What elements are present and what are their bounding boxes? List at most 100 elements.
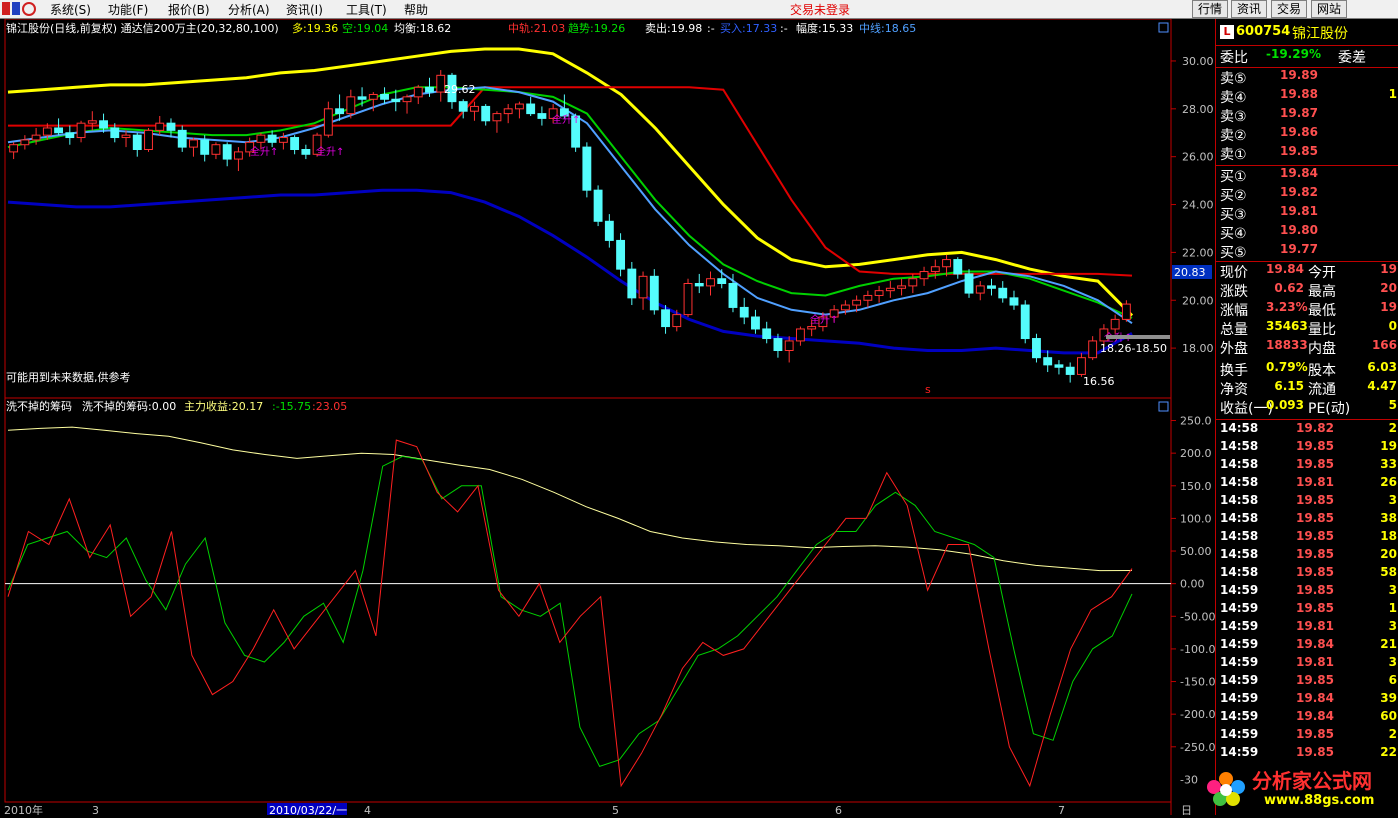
header-zhongxian: 中线:18.65 — [859, 21, 916, 35]
price-tick-label: 30.00 — [1182, 55, 1214, 68]
tick-price: 19.85 — [1296, 565, 1334, 579]
sub-indicator-line — [7, 439, 1133, 788]
quote-label: 卖⑤ — [1220, 71, 1247, 87]
candle-body — [683, 283, 693, 316]
tick-row: 14:59 19.84 39 — [1216, 691, 1398, 709]
stock-name: 锦江股份 — [1292, 26, 1348, 42]
tick-price: 19.85 — [1296, 673, 1334, 687]
tick-price: 19.81 — [1296, 619, 1334, 633]
sub-tick-label: 50.00 — [1180, 545, 1212, 558]
tick-row: 14:58 19.85 19 — [1216, 439, 1398, 457]
chart-svg[interactable]: 锦江股份(日线,前复权) 通达信200万主(20,32,80,100) 多:19… — [0, 18, 1215, 817]
stat-value: 0.79% — [1266, 360, 1308, 374]
stat-label: 换手 — [1220, 363, 1248, 379]
tick-row: 14:58 19.85 38 — [1216, 511, 1398, 529]
tick-price: 19.84 — [1296, 691, 1334, 705]
stat-row: 收益(一) 0.093 PE(动) 5 — [1216, 398, 1398, 417]
sub-header-v4: :23.05 — [312, 400, 347, 413]
candle-body — [256, 134, 266, 143]
candle-body — [604, 220, 614, 241]
tick-price: 19.84 — [1296, 637, 1334, 651]
stock-badge: L — [1220, 25, 1234, 39]
tick-volume: 58 — [1380, 565, 1397, 579]
header-maichu: 卖出:19.98 — [645, 21, 702, 35]
header-kong: 空:19.04 — [342, 21, 388, 35]
candle-body — [54, 127, 64, 134]
candle-body — [42, 127, 52, 136]
stat-row: 净资 6.15 流通 4.47 — [1216, 379, 1398, 398]
panel-maximize-icon[interactable] — [1158, 22, 1169, 33]
date-label: 3 — [92, 804, 99, 815]
tick-time: 14:59 — [1220, 601, 1259, 615]
stat-label: 涨幅 — [1220, 303, 1248, 319]
candle-body — [155, 122, 165, 131]
candle-body — [222, 144, 232, 160]
tick-time: 14:59 — [1220, 619, 1259, 633]
sub-indicator-lines — [5, 426, 1171, 788]
candle-body — [189, 139, 198, 148]
sub-header-v3: :-15.75 — [272, 400, 311, 413]
tick-row: 14:58 19.85 58 — [1216, 565, 1398, 583]
candle-body — [717, 278, 727, 285]
quote-price: 19.89 — [1280, 68, 1318, 82]
candle-body — [942, 259, 951, 268]
stat-row: 涨幅 3.23% 最低 19 — [1216, 300, 1398, 319]
candle-body — [110, 127, 120, 139]
candle-body — [481, 105, 491, 122]
trade-login-status[interactable]: 交易未登录 — [790, 1, 850, 18]
stat-value: 3.23% — [1266, 300, 1308, 314]
chart-area[interactable]: 锦江股份(日线,前复权) 通达信200万主(20,32,80,100) 多:19… — [0, 18, 1215, 817]
candle-body — [9, 144, 19, 153]
header-qushi: 趋势:19.26 — [568, 22, 625, 35]
tick-price: 19.85 — [1296, 601, 1334, 615]
rise-label: 全升↑ — [316, 145, 344, 158]
tick-price: 19.84 — [1296, 709, 1334, 723]
watermark-text: 分析家公式网 — [1252, 769, 1372, 793]
current-price-tag-text: 20.83 — [1174, 266, 1206, 279]
candle-body — [1032, 338, 1041, 359]
candle-body — [211, 144, 221, 155]
menu-function[interactable]: 功能(F) — [108, 1, 148, 18]
candle-body — [470, 105, 479, 112]
stat-value: 4.47 — [1367, 379, 1397, 393]
candle-body — [807, 326, 817, 330]
menu-system[interactable]: 系统(S) — [50, 1, 91, 18]
btn-website[interactable]: 网站 — [1311, 0, 1347, 18]
candle-body — [728, 283, 738, 308]
candle-body — [975, 285, 985, 294]
candle-body — [897, 285, 907, 289]
candle-body — [582, 146, 592, 191]
tick-volume: 6 — [1388, 673, 1397, 687]
btn-trade[interactable]: 交易 — [1271, 0, 1307, 18]
tick-time: 14:59 — [1220, 709, 1259, 723]
candle-body — [1110, 318, 1120, 330]
quote-row: 卖④ 19.88 1 — [1216, 87, 1398, 106]
stat-value: 0.093 — [1266, 398, 1304, 412]
btn-market[interactable]: 行情 — [1192, 0, 1228, 18]
header-mairu: 买入:17.33 — [720, 22, 777, 35]
tick-time: 14:59 — [1220, 673, 1259, 687]
tick-row: 14:58 19.85 33 — [1216, 457, 1398, 475]
stat-value: 19 — [1380, 300, 1397, 314]
menu-tools[interactable]: 工具(T) — [346, 1, 387, 18]
menu-help[interactable]: 帮助 — [404, 1, 428, 18]
header-zhonggui: 中轨:21.03 — [508, 21, 565, 35]
sub-value-axis: 250.0 200.0 150.0 100.0 50.00 0.00 -50.00 -100.… — [1171, 415, 1215, 786]
quote-row: 买⑤ 19.77 — [1216, 242, 1398, 261]
tick-volume: 3 — [1388, 655, 1397, 669]
stock-title-row: L 600754 锦江股份 — [1216, 23, 1398, 43]
menu-analysis[interactable]: 分析(A) — [228, 1, 270, 18]
stat-value: 18833 — [1266, 338, 1308, 352]
candle-body — [503, 108, 513, 115]
stat-label: 最低 — [1308, 303, 1336, 319]
subpanel-maximize-icon[interactable] — [1158, 401, 1169, 412]
stat-value: 0 — [1388, 319, 1397, 333]
candle-body — [751, 316, 760, 330]
quote-label: 卖② — [1220, 128, 1247, 144]
menu-quote[interactable]: 报价(B) — [168, 1, 210, 18]
menu-info[interactable]: 资讯(I) — [286, 1, 323, 18]
high-price-label: 29.62 — [444, 83, 476, 96]
watermark: 分析家公式网 www.88gs.com — [1200, 757, 1398, 815]
btn-info[interactable]: 资讯 — [1231, 0, 1267, 18]
tick-price: 19.82 — [1296, 421, 1334, 435]
